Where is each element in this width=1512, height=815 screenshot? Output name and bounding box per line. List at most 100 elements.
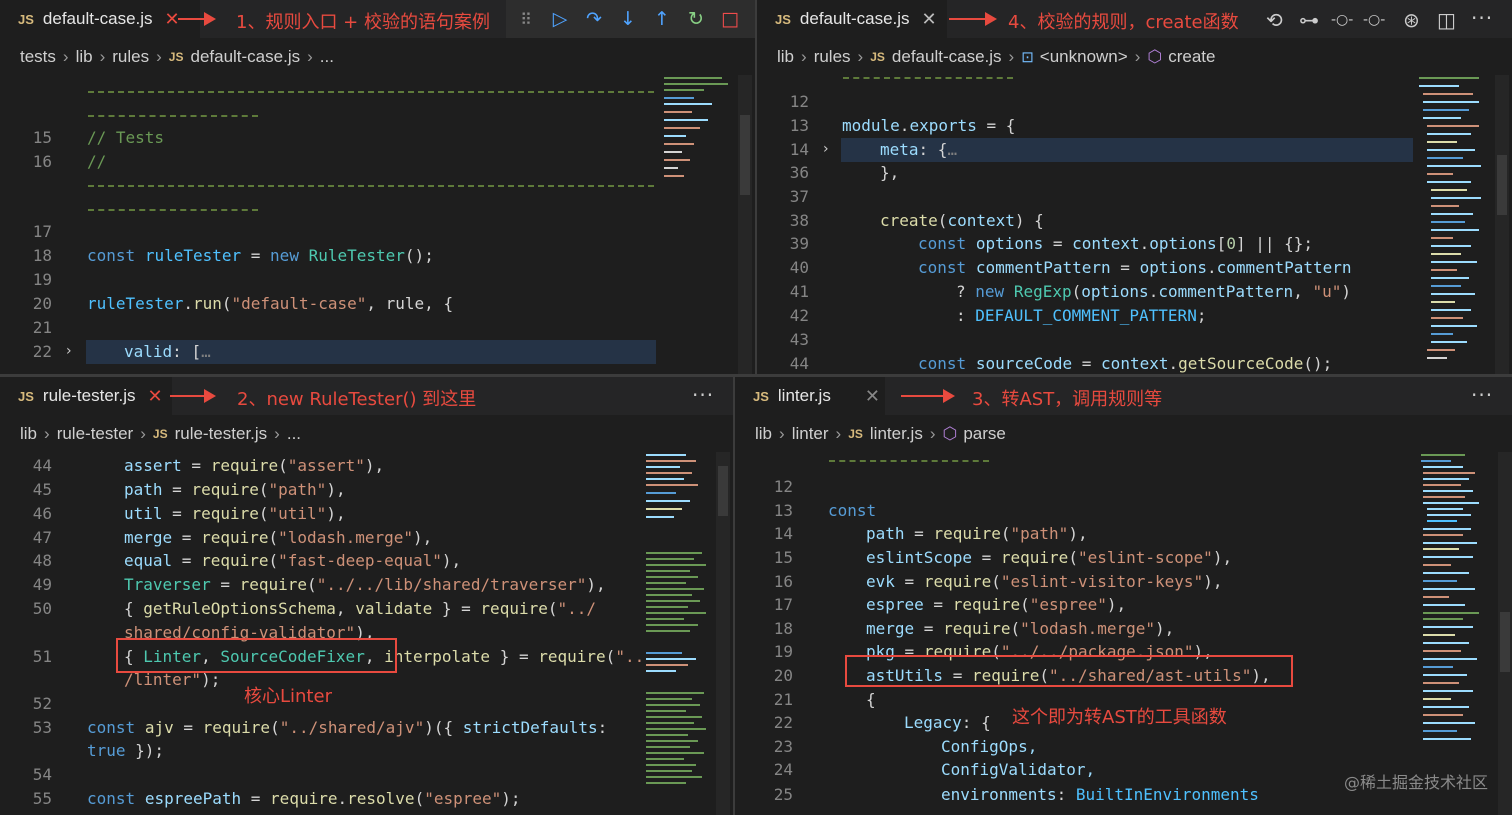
breadcrumb-item[interactable]: ... [287, 424, 301, 444]
line-number: 25 [773, 785, 793, 804]
tab-linter[interactable]: JS linter.js ✕ [735, 377, 885, 415]
breadcrumb-item[interactable]: create [1168, 47, 1215, 67]
next-change-icon[interactable]: -○- [1363, 12, 1385, 28]
breadcrumb-item[interactable]: <unknown> [1040, 47, 1128, 67]
code-line: meta: {… [880, 140, 958, 159]
breadcrumb-item[interactable]: rules [814, 47, 851, 67]
line-number: 24 [773, 760, 793, 779]
breadcrumb-item[interactable]: rules [112, 47, 149, 67]
annotation-ast-utils: 这个即为转AST的工具函数 [1012, 707, 1227, 728]
debug-toolbar: ⠿ ▷ ↷ ↓ ↑ ↻ □ [506, 0, 756, 38]
breadcrumb-item[interactable]: lib [755, 424, 772, 444]
line-number: 12 [773, 477, 793, 496]
code-line: const espreePath = require.resolve("espr… [87, 789, 521, 808]
line-number: 44 [789, 354, 809, 373]
breadcrumb-item[interactable]: default-case.js [892, 47, 1002, 67]
tab-label: rule-tester.js [42, 386, 136, 405]
breadcrumb: lib › linter › JS linter.js › ⬡ parse [735, 415, 1512, 452]
vertical-scrollbar[interactable] [1498, 452, 1512, 815]
git-commit-icon[interactable]: ⊶ [1299, 8, 1319, 32]
breadcrumb: lib › rules › JS default-case.js › ⊡ <unkno… [757, 38, 1512, 75]
breadcrumb-item[interactable]: lib [76, 47, 93, 67]
close-icon[interactable]: ✕ [922, 9, 937, 30]
tab-label: default-case.js [799, 9, 910, 28]
code-editor[interactable]: 12 13 const 14 path = require("path"), 1… [735, 452, 1512, 815]
line-number: 22 [32, 342, 52, 361]
vertical-scrollbar[interactable] [738, 75, 752, 374]
line-number: 18 [32, 246, 52, 265]
code-line: // Tests [87, 128, 165, 147]
line-number: 48 [32, 551, 52, 570]
breadcrumb-item[interactable]: linter [792, 424, 829, 444]
stop-icon[interactable]: □ [720, 8, 740, 30]
drag-grip-icon[interactable]: ⠿ [516, 10, 536, 29]
code-line: ? new RegExp(options.commentPattern, "u"… [956, 282, 1351, 301]
code-line: const ajv = require("../shared/ajv")({ s… [87, 718, 608, 737]
split-editor-icon[interactable]: ◫ [1437, 8, 1456, 32]
line-number: 46 [32, 504, 52, 523]
annotation-arrow [170, 389, 216, 403]
more-actions-icon[interactable]: ··· [1471, 6, 1493, 30]
code-editor[interactable]: 15 // Tests 16 // 17 18 const ruleTester… [0, 75, 757, 374]
tab-rule-tester[interactable]: JS rule-tester.js ✕ [0, 377, 172, 415]
previous-change-icon[interactable]: -○- [1331, 12, 1353, 28]
code-line: espree = require("espree"), [866, 595, 1127, 614]
tab-default-case-rule[interactable]: JS default-case.js ✕ [757, 0, 947, 38]
annotation-step-1: 1、规则入口 + 校验的语句案例 [236, 12, 490, 33]
breadcrumb-item[interactable]: tests [20, 47, 56, 67]
minimap[interactable] [662, 75, 734, 374]
line-number: 36 [789, 163, 809, 182]
fold-chevron-icon[interactable]: › [823, 141, 829, 157]
line-number: 14 [789, 140, 809, 159]
continue-icon[interactable]: ▷ [550, 8, 570, 30]
code-editor[interactable]: 44 assert = require("assert"), 45 path =… [0, 452, 733, 815]
tab-default-case-tests[interactable]: JS default-case.js ✕ [0, 0, 200, 38]
fold-chevron-icon[interactable]: › [66, 343, 72, 359]
step-into-icon[interactable]: ↓ [618, 8, 638, 30]
breadcrumb-item[interactable]: rule-tester [57, 424, 134, 444]
code-line: { getRuleOptionsSchema, validate } = req… [124, 599, 597, 618]
more-actions-icon[interactable]: ··· [1471, 383, 1493, 407]
close-icon[interactable]: ✕ [865, 386, 880, 407]
annotation-step-4: 4、校验的规则，create函数 [1008, 12, 1239, 33]
breadcrumb-item[interactable]: ... [320, 47, 334, 67]
history-icon[interactable]: ⟲ [1266, 8, 1283, 32]
comment-divider [88, 185, 654, 187]
annotation-step-3: 3、转AST，调用规则等 [972, 389, 1163, 410]
annotation-arrow [178, 12, 216, 26]
minimap[interactable] [644, 452, 716, 815]
breadcrumb-item[interactable]: rule-tester.js [175, 424, 268, 444]
minimap[interactable] [1419, 452, 1491, 815]
line-number: 19 [32, 270, 52, 289]
debug-alt-icon[interactable]: ⊛ [1403, 8, 1420, 32]
step-over-icon[interactable]: ↷ [584, 8, 604, 30]
watermark: @稀土掘金技术社区 [1343, 773, 1488, 792]
code-editor[interactable]: 12 13 module.exports = { 14 › meta: {… 3… [757, 75, 1512, 374]
line-number: 16 [32, 152, 52, 171]
breadcrumb-item[interactable]: parse [963, 424, 1006, 444]
vertical-scrollbar[interactable] [1495, 75, 1509, 374]
js-file-icon: JS [753, 388, 769, 404]
minimap[interactable] [1417, 75, 1489, 374]
breadcrumb-item[interactable]: lib [777, 47, 794, 67]
step-out-icon[interactable]: ↑ [652, 8, 672, 30]
code-line: Traverser = require("../../lib/shared/tr… [124, 575, 606, 594]
more-actions-icon[interactable]: ··· [692, 383, 714, 407]
comment-divider [88, 209, 258, 211]
breadcrumb-item[interactable]: lib [20, 424, 37, 444]
annotation-step-2: 2、new RuleTester() 到这里 [237, 389, 477, 410]
line-number: 20 [773, 666, 793, 685]
line-number: 49 [32, 575, 52, 594]
vertical-scrollbar[interactable] [716, 452, 730, 815]
code-line: equal = require("fast-deep-equal"), [124, 551, 462, 570]
restart-icon[interactable]: ↻ [686, 8, 706, 30]
code-line: module.exports = { [842, 116, 1016, 135]
code-line: evk = require("eslint-visitor-keys"), [866, 572, 1223, 591]
code-line: path = require("path"), [124, 480, 346, 499]
close-icon[interactable]: ✕ [148, 386, 163, 407]
breadcrumb-item[interactable]: default-case.js [190, 47, 300, 67]
line-number: 50 [32, 599, 52, 618]
line-number: 13 [789, 116, 809, 135]
code-line: const ruleTester = new RuleTester(); [87, 246, 434, 265]
breadcrumb-item[interactable]: linter.js [870, 424, 923, 444]
